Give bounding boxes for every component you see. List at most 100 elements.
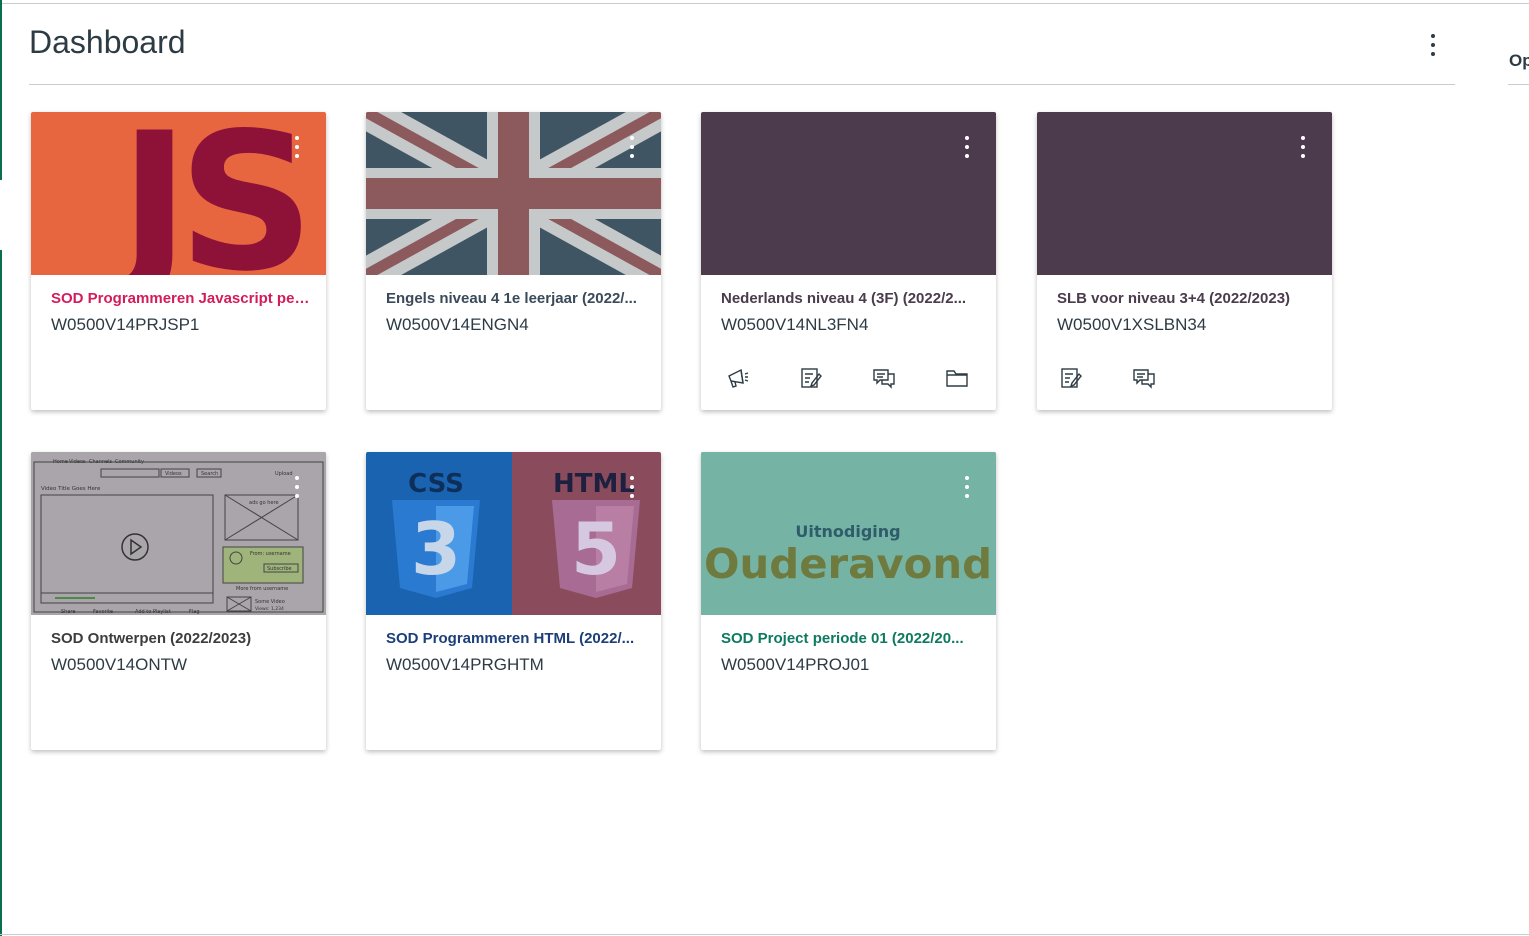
svg-text:Uitnodiging: Uitnodiging: [795, 522, 900, 541]
svg-text:Search: Search: [201, 471, 218, 477]
card-options-button[interactable]: [625, 474, 639, 500]
discussions-icon[interactable]: [872, 366, 896, 390]
css-html-logos-image: CSS 3 HTML 5: [366, 452, 661, 615]
course-card-image[interactable]: [366, 112, 661, 275]
card-options-button[interactable]: [960, 134, 974, 160]
course-name-link[interactable]: Engels niveau 4 1e leerjaar (2022/...: [386, 290, 646, 307]
course-code: W0500V14NL3FN4: [721, 315, 869, 334]
dot-icon: [630, 476, 634, 480]
bottom-border: [0, 934, 1529, 935]
invitation-image: Uitnodiging Ouderavond: [701, 452, 996, 615]
course-card[interactable]: Nederlands niveau 4 (3F) (2022/2... W050…: [701, 112, 996, 410]
dot-icon: [295, 494, 299, 498]
course-card-actions: [726, 366, 969, 390]
dot-icon: [630, 145, 634, 149]
course-card[interactable]: Uitnodiging Ouderavond SOD Project perio…: [701, 452, 996, 750]
card-options-button[interactable]: [960, 474, 974, 500]
dot-icon: [965, 136, 969, 140]
assignments-icon[interactable]: [799, 366, 823, 390]
course-name-link[interactable]: SLB voor niveau 3+4 (2022/2023): [1057, 290, 1317, 307]
dot-icon: [630, 485, 634, 489]
wireframe-image: Home Videos Channels Community Videos Se…: [31, 452, 326, 615]
dot-icon: [965, 485, 969, 489]
svg-text:More from username: More from username: [236, 586, 288, 592]
svg-text:Flag: Flag: [189, 609, 200, 615]
dot-icon: [295, 476, 299, 480]
dot-icon: [965, 476, 969, 480]
dot-icon: [965, 145, 969, 149]
svg-text:Ouderavond: Ouderavond: [704, 540, 992, 588]
dot-icon: [295, 145, 299, 149]
files-icon[interactable]: [945, 366, 969, 390]
dot-icon: [1431, 34, 1435, 38]
course-code: W0500V14PRJSP1: [51, 315, 200, 334]
top-border: [0, 3, 1529, 4]
svg-text:3: 3: [411, 507, 461, 591]
dot-icon: [1301, 145, 1305, 149]
course-name-link[interactable]: SOD Programmeren Javascript per...: [51, 290, 311, 307]
course-code: W0500V14PROJ01: [721, 655, 870, 674]
course-card[interactable]: JS SOD Programmeren Javascript per... W0…: [31, 112, 326, 410]
course-card[interactable]: Engels niveau 4 1e leerjaar (2022/... W0…: [366, 112, 661, 410]
dot-icon: [965, 154, 969, 158]
card-options-button[interactable]: [290, 474, 304, 500]
card-options-button[interactable]: [290, 134, 304, 160]
svg-text:Subscribe: Subscribe: [267, 566, 292, 572]
course-card[interactable]: CSS 3 HTML 5 SOD Programmeren HTML (2022…: [366, 452, 661, 750]
card-options-button[interactable]: [1296, 134, 1310, 160]
assignments-icon[interactable]: [1059, 366, 1083, 390]
course-name-link[interactable]: SOD Ontwerpen (2022/2023): [51, 630, 311, 647]
dot-icon: [295, 136, 299, 140]
course-card-image[interactable]: [701, 112, 996, 275]
announcements-icon[interactable]: [726, 366, 750, 390]
dot-icon: [630, 136, 634, 140]
svg-text:Favorite: Favorite: [93, 609, 113, 615]
svg-text:ads go here: ads go here: [249, 500, 279, 506]
dot-icon: [630, 494, 634, 498]
left-nav-edge: [0, 0, 2, 936]
js-logo-text: JS: [108, 112, 303, 275]
course-card-image[interactable]: CSS 3 HTML 5: [366, 452, 661, 615]
course-card[interactable]: SLB voor niveau 3+4 (2022/2023) W0500V1X…: [1037, 112, 1332, 410]
svg-text:Add to Playlist: Add to Playlist: [135, 609, 171, 615]
dot-icon: [295, 154, 299, 158]
course-code: W0500V14PRGHTM: [386, 655, 544, 674]
course-name-link[interactable]: SOD Project periode 01 (2022/20...: [721, 630, 981, 647]
svg-text:Video Title Goes Here: Video Title Goes Here: [41, 486, 101, 492]
svg-text:Channels: Channels: [89, 459, 113, 465]
course-code: W0500V14ONTW: [51, 655, 188, 674]
svg-text:Some Video: Some Video: [255, 599, 285, 605]
union-jack-image: [366, 112, 661, 275]
course-card-image[interactable]: JS: [31, 112, 326, 275]
svg-text:5: 5: [571, 507, 621, 591]
course-code: W0500V1XSLBN34: [1057, 315, 1207, 334]
course-name-link[interactable]: Nederlands niveau 4 (3F) (2022/2...: [721, 290, 981, 307]
course-name-link[interactable]: SOD Programmeren HTML (2022/...: [386, 630, 646, 647]
right-sidebar: Op: [1508, 0, 1529, 936]
course-card[interactable]: Home Videos Channels Community Videos Se…: [31, 452, 326, 750]
svg-text:Home: Home: [53, 459, 68, 465]
dashboard-options-button[interactable]: [1423, 32, 1443, 58]
svg-text:Share: Share: [61, 609, 75, 615]
dot-icon: [630, 154, 634, 158]
dot-icon: [295, 485, 299, 489]
course-card-image[interactable]: Uitnodiging Ouderavond: [701, 452, 996, 615]
course-card-image[interactable]: [1037, 112, 1332, 275]
course-code: W0500V14ENGN4: [386, 315, 529, 334]
svg-text:Community: Community: [115, 459, 144, 465]
right-sidebar-heading: Op: [1509, 51, 1529, 70]
dashboard-header: Dashboard: [29, 20, 1455, 85]
discussions-icon[interactable]: [1132, 366, 1156, 390]
course-card-image[interactable]: Home Videos Channels Community Videos Se…: [31, 452, 326, 615]
dot-icon: [1431, 43, 1435, 47]
js-logo-image: JS: [108, 112, 315, 275]
svg-text:CSS: CSS: [408, 469, 464, 499]
card-options-button[interactable]: [625, 134, 639, 160]
dot-icon: [1431, 52, 1435, 56]
svg-text:From: username: From: username: [250, 551, 291, 557]
course-card-actions: [1059, 366, 1156, 390]
svg-text:HTML: HTML: [553, 469, 635, 499]
dot-icon: [1301, 154, 1305, 158]
svg-text:Views: 1,234: Views: 1,234: [255, 606, 284, 612]
dot-icon: [1301, 136, 1305, 140]
